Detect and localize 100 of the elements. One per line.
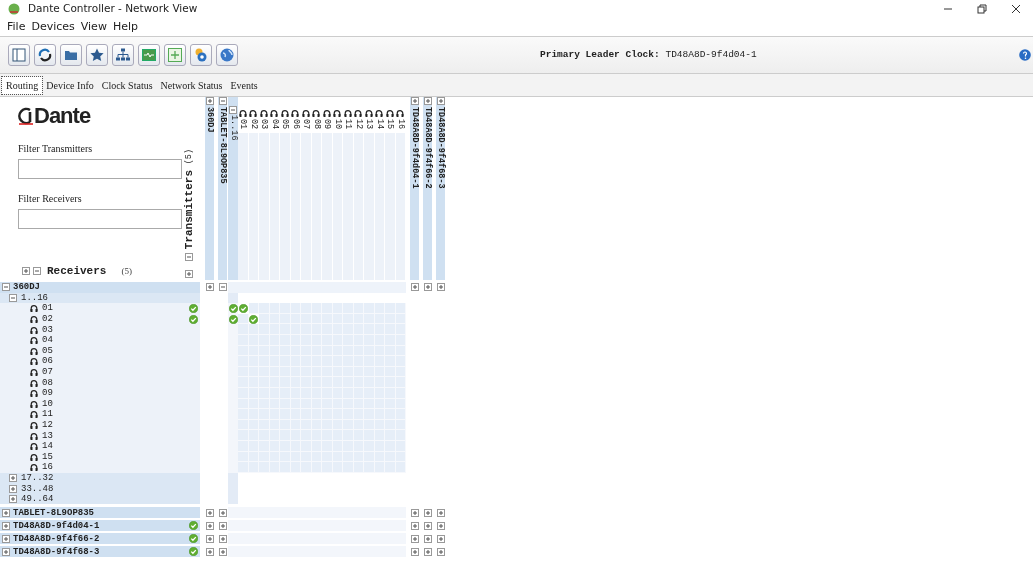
- expand-icon[interactable]: [436, 508, 445, 517]
- channel-header[interactable]: 08: [311, 119, 321, 130]
- channel-header[interactable]: 03: [259, 119, 269, 130]
- row-header[interactable]: 360DJ: [13, 282, 40, 293]
- matrix-cell[interactable]: [395, 377, 406, 388]
- matrix-cell[interactable]: [238, 313, 249, 325]
- collapse-icon[interactable]: [229, 106, 237, 114]
- channel-label[interactable]: 11: [42, 409, 53, 420]
- matrix-cell[interactable]: [353, 462, 364, 473]
- globe-button[interactable]: [216, 44, 238, 66]
- channel-label[interactable]: 12: [42, 420, 53, 430]
- channel-header[interactable]: 06: [290, 119, 300, 130]
- menu-item[interactable]: File: [4, 18, 29, 36]
- column-header[interactable]: 360DJ: [205, 107, 214, 133]
- matrix-cell[interactable]: [343, 462, 354, 473]
- channel-header[interactable]: 01: [238, 119, 248, 130]
- channel-header[interactable]: 10: [332, 119, 342, 130]
- matrix-cell[interactable]: [322, 303, 333, 314]
- matrix-cell[interactable]: [280, 303, 291, 314]
- monitor-button[interactable]: [138, 44, 160, 66]
- channel-label[interactable]: 15: [42, 451, 53, 462]
- expand-icon[interactable]: [410, 283, 419, 292]
- menu-item[interactable]: Devices: [28, 18, 78, 36]
- refresh-button[interactable]: [34, 44, 56, 66]
- network-button[interactable]: [112, 44, 134, 66]
- matrix-cell[interactable]: [395, 345, 406, 357]
- expand-icon[interactable]: [436, 534, 445, 543]
- expand-icon[interactable]: [2, 508, 10, 517]
- matrix-cell[interactable]: [395, 356, 406, 367]
- channel-label[interactable]: 03: [42, 324, 53, 335]
- tab[interactable]: Device Info: [42, 77, 98, 94]
- matrix-cell[interactable]: [395, 430, 406, 441]
- tab[interactable]: Events: [226, 77, 262, 94]
- expand-icon[interactable]: [205, 283, 214, 292]
- channel-label[interactable]: 01: [42, 303, 53, 314]
- matrix-cell[interactable]: [364, 303, 375, 314]
- collapse-icon[interactable]: [218, 97, 227, 105]
- group-label[interactable]: 1..16: [21, 292, 48, 303]
- channel-header[interactable]: 13: [364, 119, 374, 130]
- expand-icon[interactable]: [423, 97, 432, 105]
- matrix-cell[interactable]: [385, 303, 396, 314]
- restore-icon[interactable]: [977, 4, 987, 14]
- menu-item[interactable]: View: [77, 18, 110, 36]
- matrix-cell[interactable]: [269, 303, 280, 314]
- matrix-cell[interactable]: [269, 462, 280, 473]
- expand-icon[interactable]: [205, 547, 214, 556]
- matrix-cell[interactable]: [353, 303, 364, 314]
- channel-label[interactable]: 13: [42, 430, 53, 441]
- channel-label[interactable]: 09: [42, 388, 53, 399]
- matrix-cell[interactable]: [290, 303, 301, 314]
- channel-label[interactable]: 07: [42, 367, 53, 378]
- matrix-cell[interactable]: [290, 462, 301, 473]
- matrix-cell[interactable]: [238, 324, 249, 335]
- expand-icon[interactable]: [9, 495, 17, 504]
- matrix-cell[interactable]: [228, 546, 238, 558]
- tab[interactable]: Network Status: [156, 77, 227, 94]
- channel-label[interactable]: 02: [42, 314, 53, 325]
- expand-icon[interactable]: [423, 508, 432, 517]
- menu-item[interactable]: Help: [109, 18, 141, 36]
- channel-label[interactable]: 10: [42, 398, 53, 409]
- matrix-cell[interactable]: [395, 303, 406, 314]
- collapse-icon[interactable]: [218, 283, 227, 292]
- matrix-cell[interactable]: [395, 419, 406, 431]
- expand-icon[interactable]: [410, 547, 419, 556]
- expand-icon[interactable]: [423, 534, 432, 543]
- help-icon[interactable]: [1019, 49, 1031, 61]
- expand-icon[interactable]: [436, 283, 445, 292]
- channel-header[interactable]: 15: [385, 119, 395, 130]
- matrix-cell[interactable]: [395, 440, 406, 452]
- expand-icon[interactable]: [410, 508, 419, 517]
- channel-header[interactable]: 12: [353, 119, 363, 130]
- expand-icon[interactable]: [2, 547, 10, 556]
- matrix-cell[interactable]: [280, 462, 291, 473]
- matrix-cell[interactable]: [301, 303, 312, 314]
- filter-field[interactable]: [18, 159, 182, 179]
- group-label[interactable]: 49..64: [21, 494, 54, 505]
- channel-label[interactable]: 06: [42, 356, 53, 367]
- matrix-cell[interactable]: [248, 303, 259, 314]
- collapse-icon[interactable]: [2, 283, 10, 292]
- plus-button[interactable]: [164, 44, 186, 66]
- matrix-cell[interactable]: [322, 462, 333, 473]
- close-icon[interactable]: [1011, 4, 1021, 14]
- collapse-icon[interactable]: [33, 267, 41, 275]
- expand-icon[interactable]: [410, 534, 419, 543]
- matrix-cell[interactable]: [374, 303, 385, 314]
- matrix-cell[interactable]: [311, 303, 322, 314]
- collapse-icon[interactable]: [9, 293, 17, 302]
- expand-icon[interactable]: [2, 534, 10, 543]
- expand-icon[interactable]: [410, 97, 419, 105]
- expand-icon[interactable]: [22, 267, 30, 275]
- matrix-cell[interactable]: [395, 324, 406, 335]
- expand-icon[interactable]: [423, 521, 432, 530]
- matrix-cell[interactable]: [228, 324, 238, 335]
- tab[interactable]: Routing: [2, 77, 43, 94]
- matrix-cell[interactable]: [228, 462, 238, 473]
- channel-header[interactable]: 09: [322, 119, 332, 130]
- matrix-cell[interactable]: [228, 507, 238, 519]
- matrix-cell[interactable]: [395, 451, 406, 463]
- channel-header[interactable]: 02: [248, 119, 258, 130]
- channel-header[interactable]: 05: [280, 119, 290, 130]
